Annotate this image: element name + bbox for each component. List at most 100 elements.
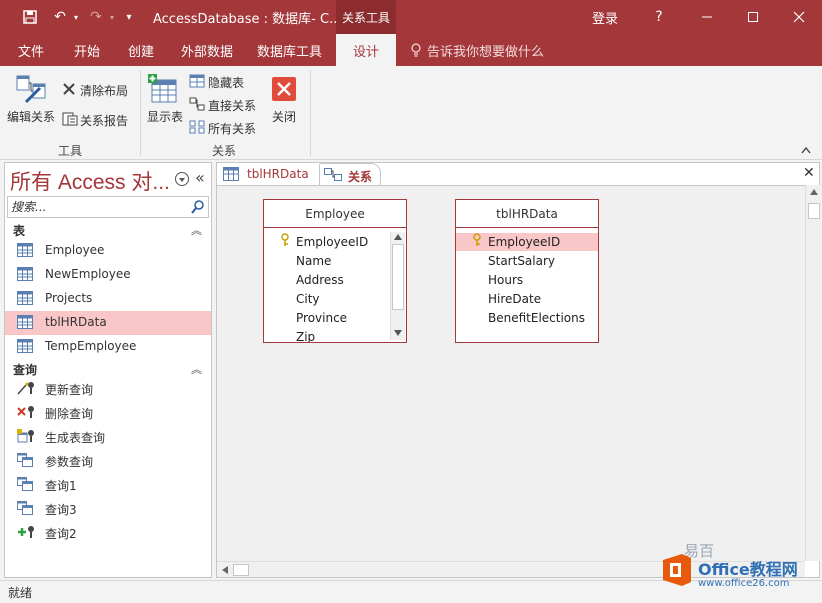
close-red-icon <box>272 77 296 101</box>
table-scroll-thumb[interactable] <box>392 244 404 310</box>
table-field[interactable]: HireDate <box>488 292 541 306</box>
table-field[interactable]: Province <box>296 311 347 325</box>
nav-item-query3[interactable]: 查询3 <box>5 497 211 521</box>
title-bar: ↶ ▾ ↷ ▾ ▾ AccessDatabase : 数据库- C... 关系工… <box>0 0 822 34</box>
undo-icon[interactable]: ↶ <box>50 0 70 34</box>
table-box-tblhrdata[interactable]: tblHRData EmployeeID StartSalary Hours H… <box>455 199 599 343</box>
show-table-icon <box>148 74 177 103</box>
redo-dropdown-icon[interactable]: ▾ <box>106 0 118 34</box>
nav-search-box <box>7 196 209 218</box>
login-link[interactable]: 登录 <box>592 8 618 27</box>
table-box-title[interactable]: Employee <box>264 200 406 228</box>
nav-menu-dropdown-icon[interactable] <box>175 172 189 186</box>
collapse-ribbon-icon[interactable] <box>800 144 812 156</box>
tab-external-data[interactable]: 外部数据 <box>181 34 233 66</box>
undo-dropdown-icon[interactable]: ▾ <box>70 0 82 34</box>
nav-item-label: 参数查询 <box>45 455 94 469</box>
watermark-brand: Office教程网 <box>698 560 798 579</box>
nav-search-input[interactable] <box>8 197 188 217</box>
hide-table-label: 隐藏表 <box>208 76 245 90</box>
double-chevron-up-icon[interactable]: ︽ <box>191 222 202 238</box>
double-chevron-up-icon[interactable]: ︽ <box>191 361 202 377</box>
tab-home[interactable]: 开始 <box>74 34 100 66</box>
table-scrollbar[interactable] <box>390 232 405 340</box>
nav-item-label: Projects <box>45 291 93 305</box>
nav-item-delete-query[interactable]: 删除查询 <box>5 401 211 425</box>
table-icon <box>17 267 33 281</box>
tab-file[interactable]: 文件 <box>18 34 44 66</box>
office-logo-icon <box>663 554 691 586</box>
nav-section-tables-label: 表 <box>13 224 26 238</box>
doc-tab-relationships[interactable]: 关系 <box>319 163 381 185</box>
table-box-employee[interactable]: Employee EmployeeID Name Address City Pr… <box>263 199 407 343</box>
search-icon[interactable] <box>190 199 206 215</box>
context-tab-relationship-tools: 关系工具 <box>336 0 396 34</box>
close-relationships-button[interactable]: 关闭 <box>264 70 304 132</box>
minimize-button[interactable] <box>684 0 730 34</box>
tab-design[interactable]: 设计 <box>336 34 396 66</box>
hide-table-button[interactable]: 隐藏表 <box>188 72 258 90</box>
clear-layout-button[interactable]: 清除布局 <box>60 80 132 98</box>
relationships-canvas[interactable]: Employee EmployeeID Name Address City Pr… <box>217 185 805 561</box>
nav-item-tempemployee[interactable]: TempEmployee <box>5 335 211 359</box>
close-document-icon[interactable]: ✕ <box>803 165 815 181</box>
table-field[interactable]: Hours <box>488 273 523 287</box>
group-separator <box>310 70 311 156</box>
ribbon-tabs: 文件 开始 创建 外部数据 数据库工具 设计 告诉我你想要做什么 <box>0 34 822 66</box>
vertical-scroll-thumb[interactable] <box>808 203 820 219</box>
canvas-vertical-scrollbar[interactable] <box>805 185 821 561</box>
maximize-button[interactable] <box>730 0 776 34</box>
save-icon[interactable] <box>18 0 42 34</box>
table-icon <box>17 315 33 329</box>
help-button[interactable]: ? <box>636 0 682 34</box>
direct-relationships-button[interactable]: 直接关系 <box>188 95 260 113</box>
direct-relationships-icon <box>189 97 205 111</box>
tell-me-box[interactable]: 告诉我你想要做什么 <box>410 34 544 66</box>
nav-item-make-table-query[interactable]: 生成表查询 <box>5 425 211 449</box>
close-window-button[interactable] <box>776 0 822 34</box>
table-icon <box>17 291 33 305</box>
relationship-report-button[interactable]: 关系报告 <box>60 110 132 128</box>
table-box-title[interactable]: tblHRData <box>456 200 598 228</box>
nav-item-query2[interactable]: 查询2 <box>5 521 211 545</box>
scroll-up-icon[interactable] <box>394 234 402 240</box>
table-field[interactable]: Name <box>296 254 331 268</box>
nav-item-label: 查询1 <box>45 479 77 493</box>
edit-relationships-button[interactable]: 编辑关系 <box>4 70 58 132</box>
table-field[interactable]: City <box>296 292 320 306</box>
nav-pane-title[interactable]: 所有 Access 对... <box>10 166 170 196</box>
delete-query-icon <box>17 406 34 418</box>
table-field[interactable]: StartSalary <box>488 254 555 268</box>
scroll-up-icon[interactable] <box>810 189 818 195</box>
clear-x-icon <box>63 83 75 95</box>
table-field[interactable]: EmployeeID <box>296 235 368 249</box>
nav-item-projects[interactable]: Projects <box>5 287 211 311</box>
tab-database-tools[interactable]: 数据库工具 <box>257 34 322 66</box>
tab-create[interactable]: 创建 <box>128 34 154 66</box>
doc-tab-tblhrdata[interactable]: tblHRData <box>217 163 317 185</box>
table-field[interactable]: EmployeeID <box>488 235 560 249</box>
show-table-button[interactable]: 显示表 <box>144 70 186 132</box>
table-field[interactable]: Zip <box>296 330 315 342</box>
scroll-left-icon[interactable] <box>222 566 228 574</box>
all-relationships-button[interactable]: 所有关系 <box>188 118 260 136</box>
horizontal-scroll-thumb[interactable] <box>233 564 249 576</box>
nav-item-employee[interactable]: Employee <box>5 239 211 263</box>
nav-collapse-icon[interactable]: « <box>195 168 205 187</box>
customize-qat-icon[interactable]: ▾ <box>122 0 136 34</box>
nav-section-queries[interactable]: 查询 ︽ <box>5 359 211 379</box>
table-field[interactable]: BenefitElections <box>488 311 585 325</box>
nav-item-parameter-query[interactable]: 参数查询 <box>5 449 211 473</box>
table-field[interactable]: Address <box>296 273 344 287</box>
nav-section-tables[interactable]: 表 ︽ <box>5 220 211 240</box>
doc-tab-label: 关系 <box>348 170 373 184</box>
scroll-down-icon[interactable] <box>394 330 402 336</box>
nav-item-query1[interactable]: 查询1 <box>5 473 211 497</box>
watermark-url: www.office26.com <box>698 578 790 589</box>
nav-item-update-query[interactable]: 更新查询 <box>5 377 211 401</box>
group-separator <box>140 70 141 156</box>
nav-item-label: NewEmployee <box>45 267 131 281</box>
nav-item-tblhrdata[interactable]: tblHRData <box>5 311 211 335</box>
nav-item-newemployee[interactable]: NewEmployee <box>5 263 211 287</box>
redo-icon[interactable]: ↷ <box>86 0 106 34</box>
